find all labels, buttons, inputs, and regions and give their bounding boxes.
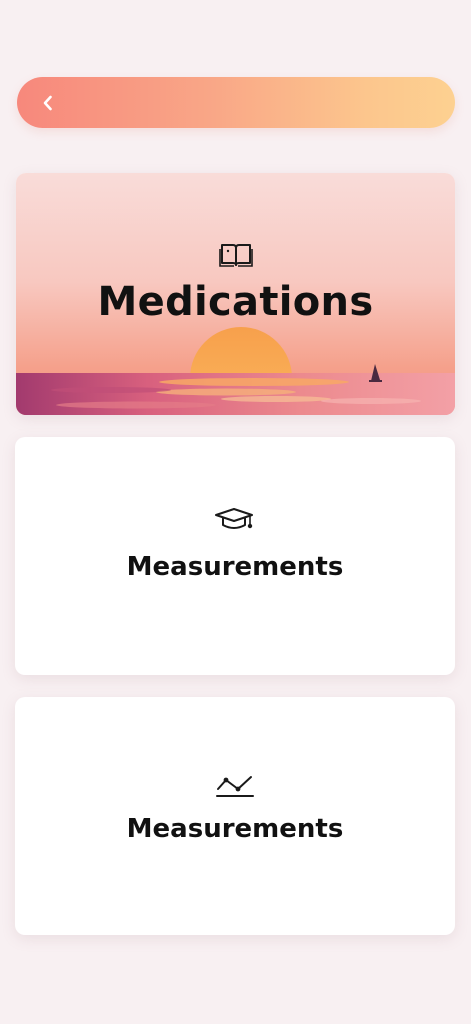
- header-bar: [17, 77, 455, 128]
- line-chart-icon: [216, 776, 254, 797]
- card-title: Measurements: [126, 552, 344, 582]
- open-book-icon: [218, 244, 253, 267]
- graduation-cap-icon: [215, 508, 253, 529]
- back-button[interactable]: [31, 77, 65, 128]
- chevron-left-icon: [43, 95, 52, 110]
- card-title: Measurements: [126, 814, 344, 844]
- measurements-card[interactable]: Measurements: [15, 437, 455, 675]
- medications-card[interactable]: Medications: [16, 173, 455, 415]
- card-title: Medications: [97, 279, 374, 325]
- measurements-card[interactable]: Measurements: [15, 697, 455, 935]
